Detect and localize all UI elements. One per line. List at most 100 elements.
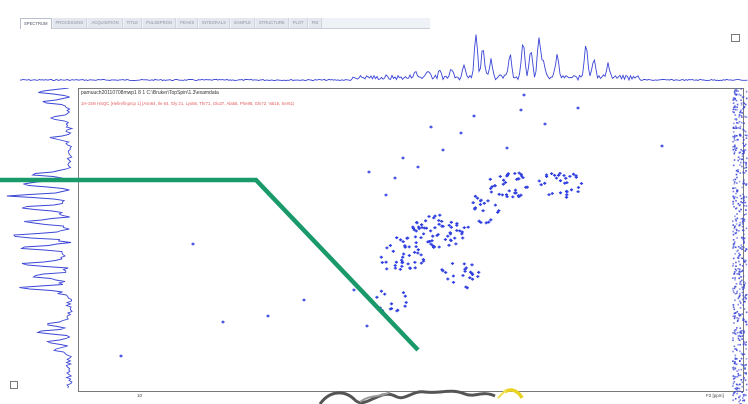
peak-marker xyxy=(352,288,356,292)
peak-marker xyxy=(367,170,371,174)
x-axis-label: F2 [ppm] xyxy=(706,393,724,398)
peak-marker xyxy=(564,195,569,199)
peak-marker xyxy=(394,260,398,264)
peak-marker xyxy=(482,201,486,205)
peak-marker xyxy=(191,242,195,246)
peak-marker xyxy=(414,245,418,248)
peak-marker xyxy=(365,324,369,328)
peak-marker xyxy=(413,261,417,264)
peak-marker xyxy=(462,226,466,229)
peak-marker xyxy=(503,181,508,184)
peak-marker xyxy=(440,220,444,223)
peak-marker xyxy=(550,192,554,195)
protein-structure-image xyxy=(318,388,524,404)
peak-marker xyxy=(455,229,459,232)
peak-marker xyxy=(660,144,664,148)
peak-marker xyxy=(522,93,526,97)
peak-marker xyxy=(470,263,474,267)
peak-marker xyxy=(568,175,572,178)
peak-marker xyxy=(471,201,475,205)
peak-marker xyxy=(507,189,511,193)
peak-marker xyxy=(449,220,453,224)
peak-marker xyxy=(501,182,505,186)
peak-marker xyxy=(419,253,423,257)
peak-marker xyxy=(221,320,225,324)
peak-marker xyxy=(437,245,441,249)
peak-marker xyxy=(416,251,420,255)
peak-marker xyxy=(450,262,455,265)
peak-marker xyxy=(461,274,465,277)
peak-marker xyxy=(385,267,389,271)
peak-marker xyxy=(488,177,492,181)
peak-marker xyxy=(384,193,388,197)
peak-marker xyxy=(393,176,397,180)
peak-marker xyxy=(401,240,405,243)
peak-marker xyxy=(453,236,457,240)
peak-marker xyxy=(443,238,447,241)
peak-marker xyxy=(497,192,501,196)
peak-marker xyxy=(437,222,441,226)
peak-marker xyxy=(447,243,451,247)
peak-marker xyxy=(119,354,123,358)
peak-marker xyxy=(384,260,388,264)
peak-marker xyxy=(438,213,442,217)
peak-marker xyxy=(562,174,566,177)
peak-marker xyxy=(558,191,563,195)
peak-marker xyxy=(302,298,306,302)
peak-marker xyxy=(393,264,397,267)
peak-marker xyxy=(383,292,387,296)
peak-marker xyxy=(451,281,456,284)
peak-marker xyxy=(477,271,481,274)
peak-marker xyxy=(489,218,493,222)
peak-marker xyxy=(576,186,581,189)
peak-marker xyxy=(462,262,466,266)
peak-marker xyxy=(424,219,428,223)
peak-marker xyxy=(403,304,407,308)
peak-marker xyxy=(466,225,470,229)
peak-marker xyxy=(550,172,554,175)
peak-marker xyxy=(498,175,502,178)
peak-marker xyxy=(429,125,433,129)
peak-marker xyxy=(472,114,476,118)
peak-marker xyxy=(558,179,563,183)
peak-marker xyxy=(459,131,463,135)
peak-marker xyxy=(476,275,480,278)
peak-marker xyxy=(513,172,517,175)
peak-marker xyxy=(489,190,493,194)
peak-marker xyxy=(427,215,431,218)
peak-marker xyxy=(401,156,405,160)
peak-marker xyxy=(502,178,506,182)
peak-marker xyxy=(543,122,547,126)
peak-marker xyxy=(379,255,383,259)
peak-marker xyxy=(565,193,569,197)
peak-marker xyxy=(511,195,515,199)
green-overlay-line xyxy=(0,177,420,352)
peak-marker xyxy=(389,302,394,306)
peak-marker xyxy=(537,179,541,183)
peak-marker xyxy=(402,252,406,256)
peak-marker xyxy=(380,261,384,264)
peak-marker xyxy=(393,266,397,270)
peak-marker xyxy=(407,245,411,249)
peak-marker xyxy=(455,222,459,225)
peak-overlay-layer xyxy=(0,93,664,358)
peak-marker xyxy=(414,241,418,244)
peak-marker xyxy=(398,268,402,271)
peak-marker xyxy=(401,291,406,294)
peak-marker xyxy=(579,182,584,185)
peak-marker xyxy=(420,223,424,227)
peak-marker xyxy=(395,236,399,240)
peak-marker xyxy=(493,203,497,207)
peak-marker xyxy=(399,238,403,242)
peak-marker xyxy=(478,203,482,206)
peak-marker xyxy=(433,226,437,230)
peak-marker xyxy=(486,199,490,203)
peak-marker xyxy=(539,183,543,187)
peak-marker xyxy=(569,188,574,192)
x-axis-tick-label: 10 xyxy=(137,393,143,398)
peak-marker xyxy=(413,266,417,270)
peak-marker xyxy=(481,209,485,213)
peak-marker xyxy=(564,176,568,180)
peak-marker xyxy=(576,190,580,193)
peak-marker xyxy=(446,234,450,238)
